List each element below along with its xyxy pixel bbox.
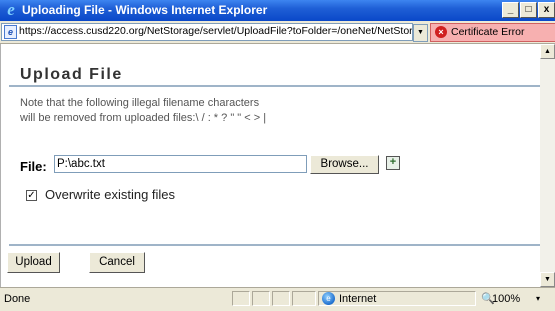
status-pane bbox=[292, 291, 316, 306]
certificate-error-label: Certificate Error bbox=[451, 26, 525, 38]
title-divider bbox=[9, 85, 541, 87]
overwrite-checkbox[interactable]: ✓ bbox=[26, 190, 37, 201]
url-field[interactable]: e https://access.cusd220.org/NetStorage/… bbox=[1, 23, 413, 41]
page-title: Upload File bbox=[20, 66, 123, 83]
status-pane bbox=[252, 291, 270, 306]
internet-explorer-icon: e bbox=[7, 0, 15, 19]
page-icon: e bbox=[4, 25, 17, 39]
scroll-down-button[interactable]: ▼ bbox=[540, 272, 555, 287]
zone-label: Internet bbox=[339, 293, 377, 305]
add-file-icon[interactable]: + bbox=[386, 156, 400, 170]
vertical-scrollbar[interactable]: ▲ ▼ bbox=[540, 44, 555, 287]
zoom-dropdown-icon[interactable]: ▾ bbox=[536, 294, 540, 303]
status-text: Done bbox=[4, 293, 31, 305]
scroll-up-button[interactable]: ▲ bbox=[540, 44, 555, 59]
maximize-button[interactable]: □ bbox=[520, 2, 537, 18]
close-button[interactable]: x bbox=[538, 2, 555, 18]
illegal-characters-note: Note that the following illegal filename… bbox=[20, 96, 266, 126]
status-pane bbox=[232, 291, 250, 306]
certificate-error-button[interactable]: × Certificate Error bbox=[430, 23, 555, 42]
status-pane bbox=[272, 291, 290, 306]
file-label: File: bbox=[20, 159, 47, 174]
globe-icon: e bbox=[322, 292, 335, 305]
url-text: https://access.cusd220.org/NetStorage/se… bbox=[19, 25, 413, 37]
window-title: Uploading File - Windows Internet Explor… bbox=[22, 3, 268, 17]
zoom-level[interactable]: 100% bbox=[492, 293, 520, 305]
minimize-button[interactable]: _ bbox=[502, 2, 519, 18]
footer-divider bbox=[9, 244, 541, 246]
certificate-error-icon: × bbox=[435, 26, 447, 38]
title-bar[interactable]: e Uploading File - Windows Internet Expl… bbox=[0, 0, 555, 21]
overwrite-label[interactable]: Overwrite existing files bbox=[45, 187, 175, 202]
note-line-1: Note that the following illegal filename… bbox=[20, 97, 260, 109]
upload-button[interactable]: Upload bbox=[7, 252, 60, 273]
cancel-button[interactable]: Cancel bbox=[89, 252, 145, 273]
address-bar: e https://access.cusd220.org/NetStorage/… bbox=[0, 21, 555, 44]
page-content: Upload File Note that the following ille… bbox=[0, 44, 541, 287]
url-dropdown-button[interactable]: ▼ bbox=[413, 24, 428, 42]
note-line-2: will be removed from uploaded files:\ / … bbox=[20, 112, 267, 124]
browse-button[interactable]: Browse... bbox=[310, 155, 379, 174]
status-bar: Done e Internet 🔍 100% ▾ bbox=[0, 287, 555, 311]
file-path-input[interactable] bbox=[54, 155, 307, 173]
